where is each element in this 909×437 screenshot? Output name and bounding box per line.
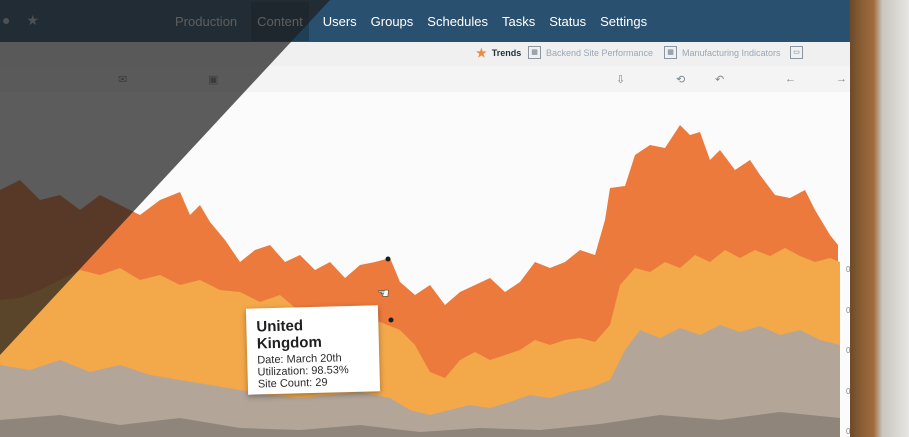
window-icon: ▭	[790, 46, 803, 59]
hand-cursor-icon: ☚	[377, 285, 390, 301]
tooltip-title: United Kingdom	[256, 317, 323, 353]
nav-item-status[interactable]: Status	[549, 14, 586, 29]
tooltip-site-count: Site Count: 29	[257, 376, 328, 391]
monitor-screen: 08C 06T 0ST 0OT 0I ☚ ● ★ Production Cont…	[0, 0, 860, 437]
forward-arrow-icon[interactable]: →	[836, 73, 847, 85]
nav-item-settings[interactable]: Settings	[600, 14, 647, 29]
top-navigation-bar: ● ★ Production Content Users Groups Sche…	[0, 0, 860, 42]
info-icon[interactable]: ●	[2, 12, 10, 29]
dashboard-icon: ▦	[528, 46, 541, 59]
tab-backend-site-performance[interactable]: ▦ Backend Site Performance	[528, 46, 653, 59]
comment-icon[interactable]: ✉	[118, 73, 127, 86]
star-icon: ★	[476, 46, 487, 60]
hover-point-marker[interactable]	[388, 317, 394, 323]
new-window-button[interactable]: ▭	[790, 46, 803, 59]
nav-item-tasks[interactable]: Tasks	[502, 14, 535, 29]
dashboard-icon: ▦	[664, 46, 677, 59]
tab-manufacturing-indicators[interactable]: ▦ Manufacturing Indicators	[664, 46, 781, 59]
nav-item-users[interactable]: Users	[323, 14, 357, 29]
nav-item-schedules[interactable]: Schedules	[427, 14, 488, 29]
back-arrow-icon[interactable]: ←	[785, 73, 796, 85]
tab-label: Manufacturing Indicators	[682, 47, 781, 58]
nav-item-groups[interactable]: Groups	[371, 14, 414, 29]
tab-trends[interactable]: ★ Trends	[476, 46, 521, 60]
tab-label: Backend Site Performance	[546, 47, 654, 58]
hover-point-marker[interactable]	[385, 256, 391, 262]
nav-item-production[interactable]: Production	[175, 14, 237, 29]
photo-of-monitor: 08C 06T 0ST 0OT 0I ☚ ● ★ Production Cont…	[0, 0, 909, 437]
chart-toolbar: ✉ ▣ ⇩ ⟲ ↶ ← →	[0, 66, 860, 92]
monitor-bezel	[850, 0, 909, 437]
view-tabs-toolbar: ★ Trends ▦ Backend Site Performance ▦ Ma…	[0, 42, 860, 66]
undo-icon[interactable]: ↶	[715, 73, 724, 86]
download-icon[interactable]: ⇩	[616, 73, 625, 86]
chart-tooltip: United Kingdom Date: March 20th Utilizat…	[245, 305, 381, 395]
image-icon[interactable]: ▣	[208, 73, 218, 86]
tab-label: Trends	[491, 48, 522, 58]
favorite-star-icon[interactable]: ★	[26, 12, 39, 29]
revert-icon[interactable]: ⟲	[676, 73, 685, 86]
nav-item-content[interactable]: Content	[251, 1, 309, 41]
